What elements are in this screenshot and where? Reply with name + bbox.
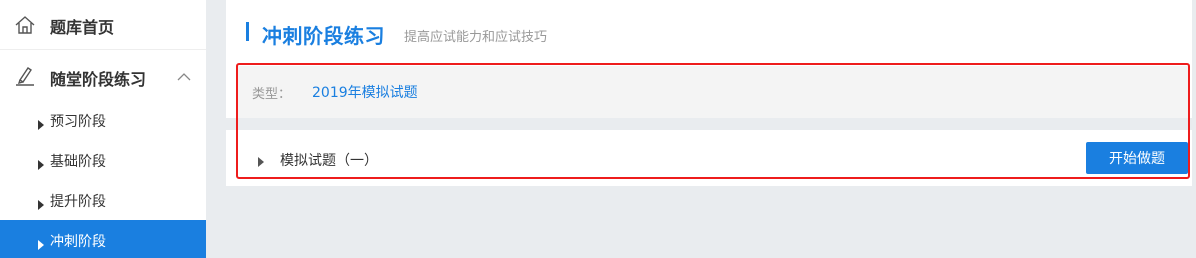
sidebar-item-label: 冲刺阶段 bbox=[50, 234, 106, 250]
sidebar-item-home[interactable]: 题库首页 bbox=[0, 0, 206, 50]
divider bbox=[226, 118, 1192, 130]
main-panel: 冲刺阶段练习 提高应试能力和应试技巧 类型： 2019年模拟试题 模拟试题（一）… bbox=[226, 0, 1192, 186]
chevron-up-icon[interactable] bbox=[176, 68, 192, 81]
sidebar-group-practice[interactable]: 随堂阶段练习 bbox=[0, 50, 206, 100]
home-icon bbox=[14, 14, 36, 36]
type-filter-row: 类型： 2019年模拟试题 bbox=[238, 66, 1188, 118]
caret-right-icon bbox=[38, 195, 44, 210]
page-title: 冲刺阶段练习 bbox=[262, 24, 385, 48]
sidebar-item-advance[interactable]: 提升阶段 bbox=[0, 180, 206, 220]
caret-right-icon[interactable] bbox=[258, 152, 264, 167]
sidebar: 题库首页 随堂阶段练习 预习阶段 基础阶段 提升阶段 冲刺阶段 bbox=[0, 0, 206, 258]
sidebar-item-preview[interactable]: 预习阶段 bbox=[0, 100, 206, 140]
sidebar-item-label: 预习阶段 bbox=[50, 114, 106, 130]
caret-right-icon bbox=[38, 155, 44, 170]
exam-title: 模拟试题（一） bbox=[280, 153, 378, 169]
sidebar-item-sprint[interactable]: 冲刺阶段 bbox=[0, 220, 206, 258]
sidebar-item-home-label: 题库首页 bbox=[50, 18, 115, 37]
pencil-icon bbox=[14, 64, 36, 86]
type-value-link[interactable]: 2019年模拟试题 bbox=[312, 82, 418, 102]
list-item[interactable]: 模拟试题（一） 开始做题 bbox=[238, 130, 1188, 178]
start-exam-button[interactable]: 开始做题 bbox=[1086, 142, 1188, 174]
caret-right-icon bbox=[38, 235, 44, 250]
sidebar-item-label: 提升阶段 bbox=[50, 194, 106, 210]
page-subtitle: 提高应试能力和应试技巧 bbox=[404, 30, 548, 45]
type-label: 类型： bbox=[252, 87, 292, 102]
sidebar-item-basic[interactable]: 基础阶段 bbox=[0, 140, 206, 180]
caret-right-icon bbox=[38, 115, 44, 130]
title-accent-bar bbox=[246, 22, 249, 41]
sidebar-item-label: 基础阶段 bbox=[50, 154, 106, 170]
sidebar-group-label: 随堂阶段练习 bbox=[50, 70, 147, 89]
